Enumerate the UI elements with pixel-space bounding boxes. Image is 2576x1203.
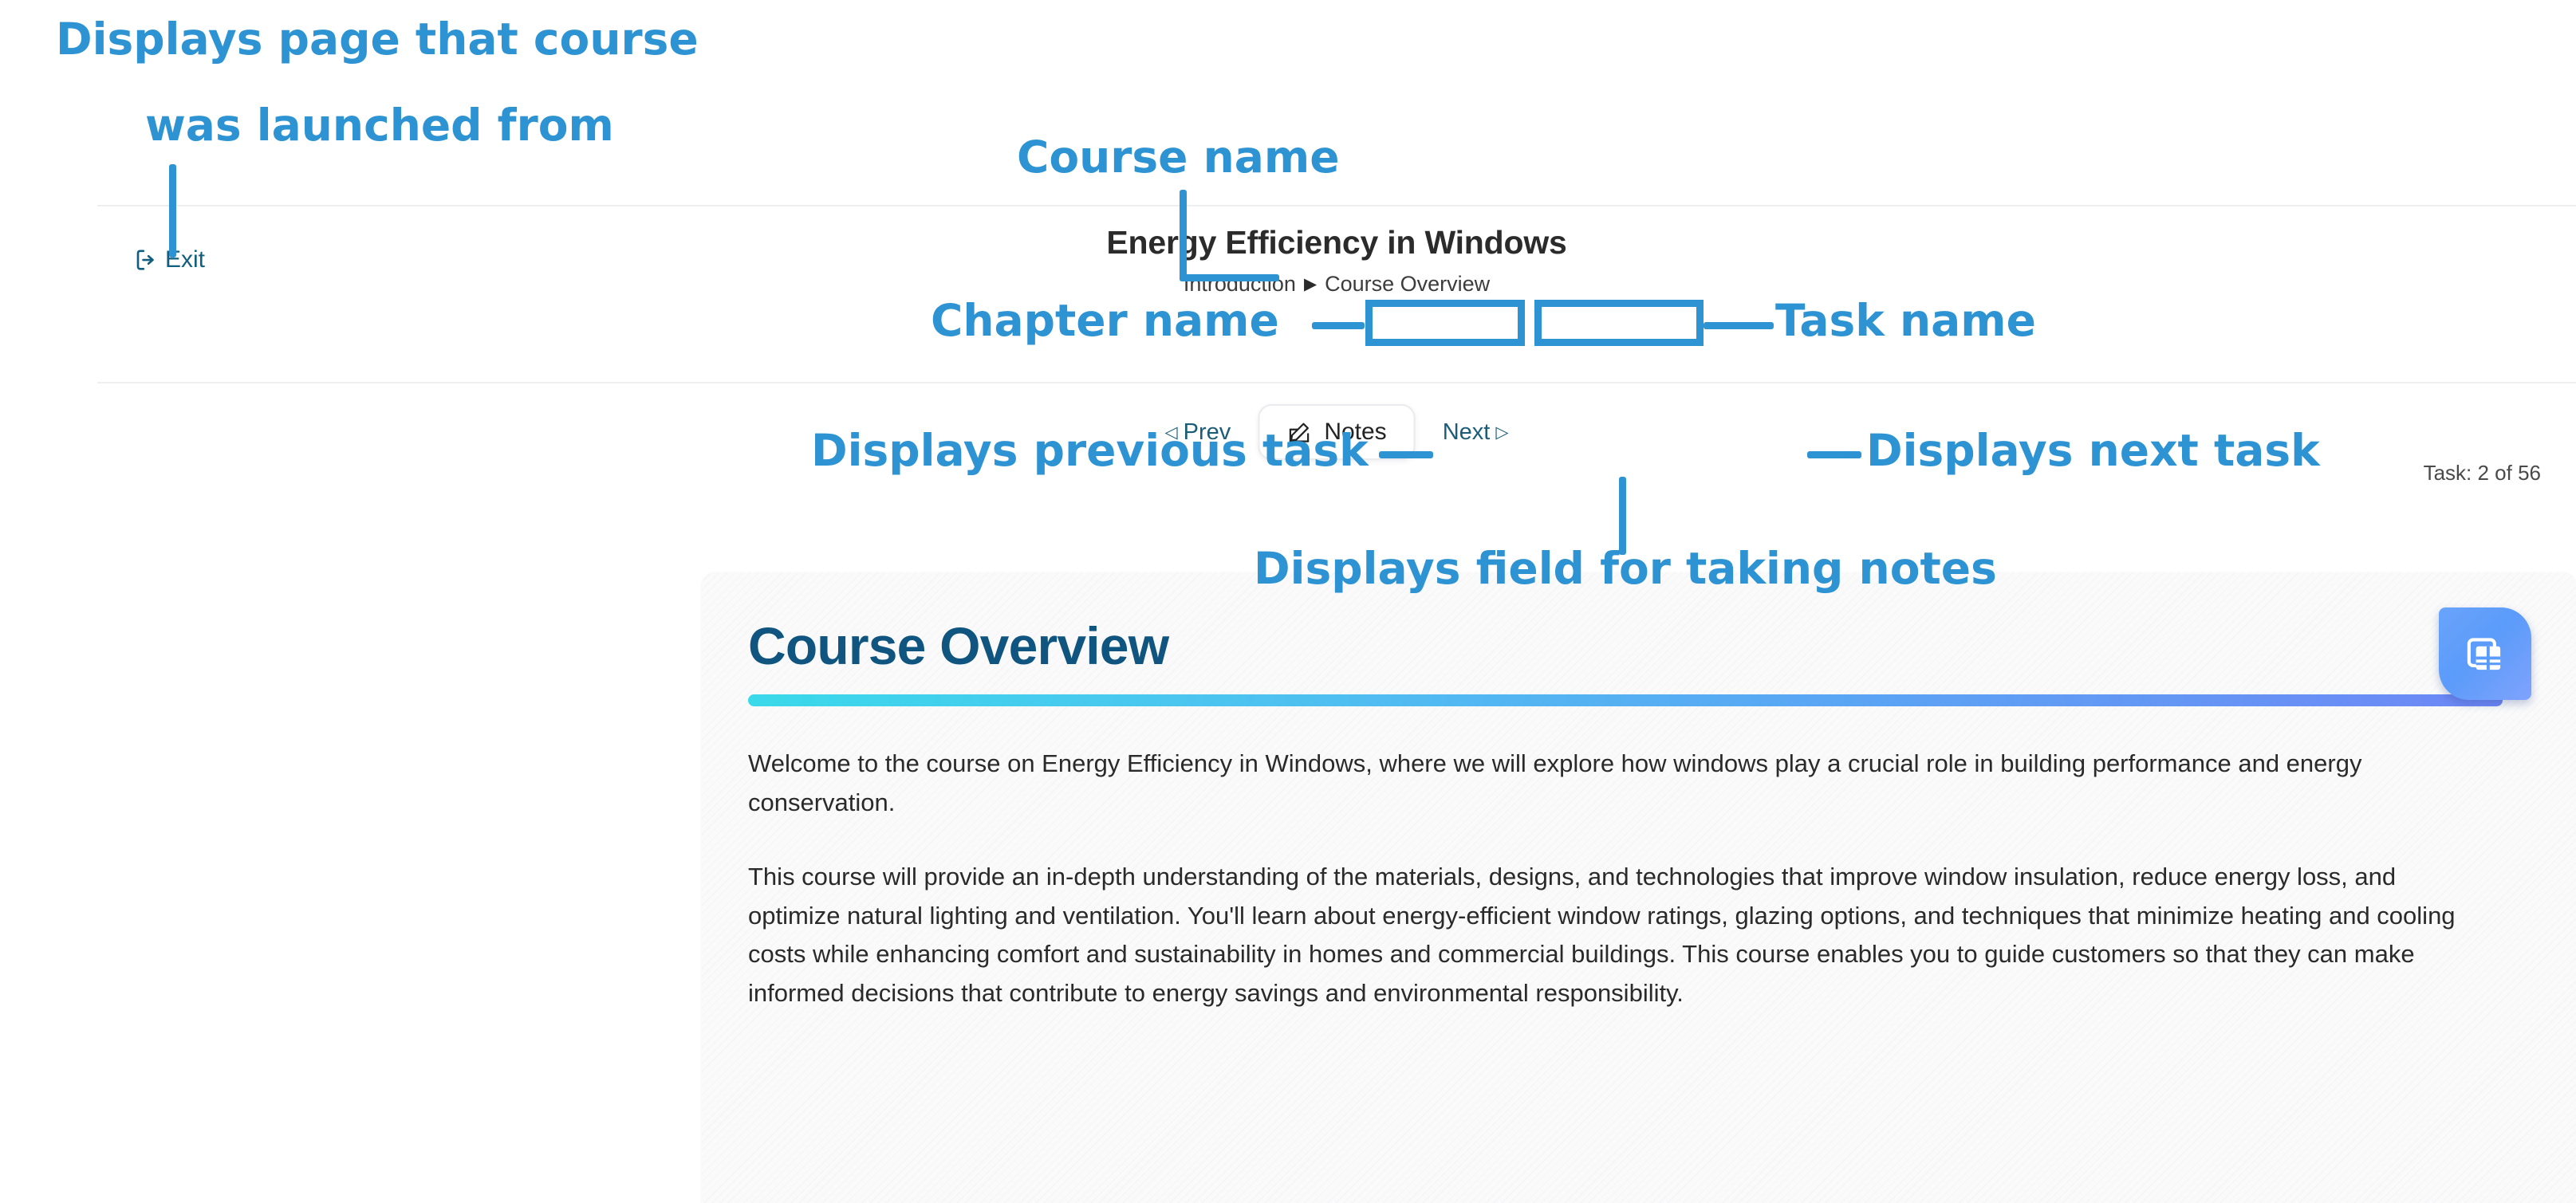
task-paragraph: Welcome to the course on Energy Efficien… xyxy=(748,749,2362,816)
screenshot-root: Exit Energy Efficiency in Windows Introd… xyxy=(0,0,2576,1203)
annotation-exit-line2: was launched from xyxy=(145,100,614,151)
task-title: Course Overview xyxy=(748,616,1169,675)
annotation-leader-course-v xyxy=(1180,190,1187,281)
annotation-leader-course-h xyxy=(1180,274,1279,281)
next-arrow-icon: ▷ xyxy=(1495,423,1509,442)
title-underline-rule xyxy=(748,694,2503,706)
annotation-leader-notes xyxy=(1619,477,1626,555)
notes-label: Notes xyxy=(1324,419,1387,445)
next-task-label: Next xyxy=(1442,419,1491,445)
annotation-leader-chapter xyxy=(1312,322,1365,329)
window-badge-icon xyxy=(2439,607,2531,700)
notes-pencil-icon xyxy=(1286,420,1311,445)
task-body: Welcome to the course on Energy Efficien… xyxy=(748,745,2463,1014)
breadcrumb-task[interactable]: Course Overview xyxy=(1323,272,1491,297)
annotation-leader-task xyxy=(1704,322,1774,329)
task-content-inner: Course Overview Welcome to the course on… xyxy=(702,572,2576,1013)
annotation-leader-prev xyxy=(1379,451,1433,458)
course-title: Energy Efficiency in Windows xyxy=(1106,224,1567,261)
course-header-bar: Exit Energy Efficiency in Windows Introd… xyxy=(97,205,2576,383)
course-heading-block: Energy Efficiency in Windows Introductio… xyxy=(97,222,2576,297)
annotation-box-chapter xyxy=(1365,300,1525,346)
prev-task-button[interactable]: ◁ Prev xyxy=(1165,419,1231,446)
task-content-card: Course Overview Welcome to the course on… xyxy=(702,572,2576,1203)
annotation-leader-exit xyxy=(169,164,176,258)
task-navigation-bar: ◁ Prev Notes Next ▷ Task: 2 of 56 xyxy=(97,383,2576,511)
prev-arrow-icon: ◁ xyxy=(1164,423,1178,442)
course-player: Exit Energy Efficiency in Windows Introd… xyxy=(97,205,2576,1203)
annotation-course-name: Course name xyxy=(1017,132,1340,183)
task-counter: Task: 2 of 56 xyxy=(2423,461,2541,485)
task-paragraph: This course will provide an in-depth und… xyxy=(748,862,2456,1008)
annotation-exit-line1: Displays page that course xyxy=(56,14,699,65)
prev-task-label: Prev xyxy=(1183,419,1231,445)
annotation-leader-next xyxy=(1807,451,1861,458)
annotation-box-task xyxy=(1534,300,1704,346)
breadcrumb-separator-icon: ▶ xyxy=(1303,275,1318,294)
next-task-button[interactable]: Next ▷ xyxy=(1443,419,1509,446)
nav-cluster: ◁ Prev Notes Next ▷ xyxy=(1165,404,1509,460)
